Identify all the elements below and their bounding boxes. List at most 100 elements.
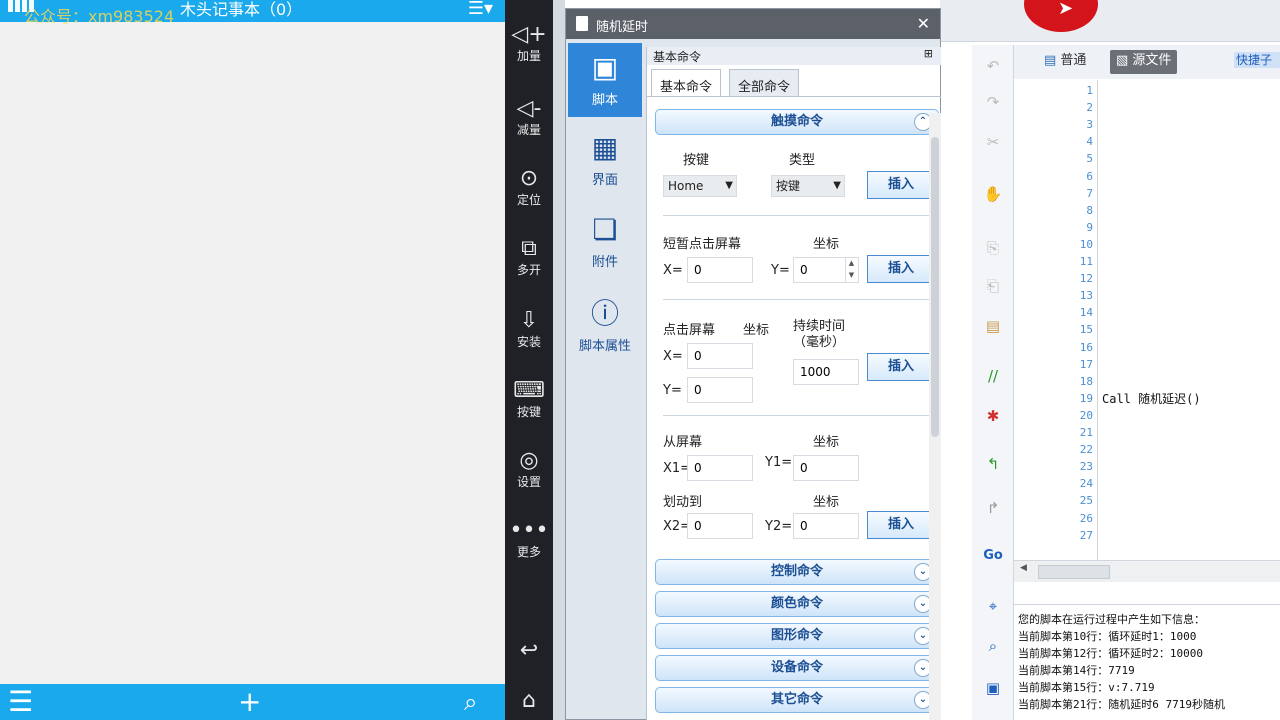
sidebar-item-location[interactable]: ⊙ 定位 <box>505 166 553 208</box>
hold-duration-field[interactable] <box>793 359 859 385</box>
hold-x-field[interactable] <box>687 343 753 369</box>
editor-title-area <box>940 0 1280 42</box>
line-number: 23 <box>1079 460 1093 474</box>
insert-tap-button[interactable]: 插入 <box>867 255 935 283</box>
search-icon[interactable]: ⌕ <box>464 686 477 718</box>
panel-title: 基本命令 <box>653 50 702 64</box>
hold-y-label: Y= <box>663 383 682 398</box>
pin-icon[interactable]: ⊞ <box>924 47 933 60</box>
section-control-commands[interactable]: 控制命令 ⌄ <box>655 559 939 585</box>
comment-icon[interactable]: // <box>981 365 1005 387</box>
panel-scrollbar[interactable] <box>929 113 941 720</box>
source-file-button[interactable]: ▧ 源文件 <box>1110 50 1178 74</box>
sidebar-item-volume-down[interactable]: ◁- 减量 <box>505 96 553 138</box>
key-type-select[interactable]: 按键 ▼ <box>771 175 845 197</box>
output-line: 当前脚本第15行：v:7.719 <box>1018 681 1155 694</box>
key-select[interactable]: Home ▼ <box>663 175 737 197</box>
output-panel: 您的脚本在运行过程中产生如下信息： 当前脚本第10行：循环延时1：1000 当前脚本… <box>1014 604 1280 720</box>
horizontal-scrollbar[interactable]: ◀ <box>1014 560 1280 582</box>
watermark: 公众号：xm983524 <box>24 7 175 26</box>
line-number: 11 <box>1079 255 1093 268</box>
sidebar-item-more[interactable]: ••• 更多 <box>505 518 553 560</box>
nav-item-attachment[interactable]: ❏ 附件 <box>566 205 644 279</box>
nav-item-script[interactable]: ▣ 脚本 <box>568 43 642 117</box>
hold-label: 点击屏幕 <box>663 323 716 338</box>
type-select-value: 按键 <box>776 179 801 193</box>
home-button[interactable]: ⌂ <box>505 688 553 714</box>
phone-screen: 公众号：xm983524 木头记事本（0） ☰▾ ☰ + ⌕ <box>0 0 505 720</box>
section-touch-commands[interactable]: 触摸命令 ⌃ <box>655 109 939 135</box>
editor-vertical-toolbar: ↶ ↷ ✂ ✋ ⎘ ⎗ ▤ // ✱ ↰ ↱ Go ⌖ ⌕ ▣ <box>972 45 1014 720</box>
paste-icon[interactable]: ⎗ <box>981 275 1005 297</box>
redo-icon[interactable]: ↷ <box>981 91 1005 113</box>
sidebar-item-multi-open[interactable]: ⧉ 多开 <box>505 236 553 278</box>
scrollbar-thumb[interactable] <box>931 137 939 437</box>
sidebar-item-install[interactable]: ⇩ 安装 <box>505 308 553 350</box>
section-color-commands[interactable]: 颜色命令 ⌄ <box>655 591 939 617</box>
code-text: Call 随机延迟() <box>1102 391 1201 406</box>
indent-icon[interactable]: ↰ <box>981 453 1005 475</box>
line-number: 24 <box>1079 477 1093 491</box>
hold-y-field[interactable] <box>687 377 753 403</box>
code-editor[interactable]: 1 2 3 4 5 6 7 8 9 10 11 12 13 14 15 16 17 18 19 20 21 22 23 24 2… <box>1014 80 1280 560</box>
goto-icon[interactable]: Go <box>981 545 1005 567</box>
y2-field[interactable] <box>793 513 859 539</box>
tab-divider <box>647 96 941 97</box>
back-icon: ↩ <box>519 638 539 663</box>
code-line[interactable]: Call 随机延迟() <box>1102 390 1201 407</box>
section-graphic-commands[interactable]: 图形命令 ⌄ <box>655 623 939 649</box>
screen-icon[interactable]: ▣ <box>981 677 1005 699</box>
nav-label: 附件 <box>591 255 618 270</box>
tap-label: 短暂点击屏幕 <box>663 237 742 252</box>
tap-y-spinner[interactable]: ▲ ▼ <box>845 257 857 283</box>
scroll-left-icon[interactable]: ◀ <box>1020 563 1027 573</box>
insert-hold-button[interactable]: 插入 <box>867 353 935 381</box>
nav-item-ui[interactable]: ▦ 界面 <box>566 123 644 197</box>
tap-x-field[interactable] <box>687 257 753 283</box>
menu-icon[interactable]: ☰ <box>8 686 33 718</box>
book-icon[interactable]: ▤ <box>981 315 1005 337</box>
shortcut-subroutine-link[interactable]: 快捷子程序 <box>1234 52 1280 68</box>
undo-icon[interactable]: ↶ <box>981 55 1005 77</box>
outdent-icon[interactable]: ↱ <box>981 497 1005 519</box>
sidebar-item-settings[interactable]: ◎ 设置 <box>505 448 553 490</box>
replace-icon[interactable]: ⌕ <box>981 635 1005 657</box>
divider <box>663 415 933 416</box>
sidebar-item-volume-up[interactable]: ◁+ 加量 <box>505 22 553 64</box>
close-icon[interactable]: ✕ <box>917 14 930 33</box>
section-device-commands[interactable]: 设备命令 ⌄ <box>655 655 939 681</box>
scrollbar-thumb[interactable] <box>1038 565 1110 579</box>
find-icon[interactable]: ⌖ <box>981 595 1005 617</box>
info-icon: ⓘ <box>590 297 619 330</box>
line-number: 26 <box>1079 511 1093 525</box>
swipe-to-coord-label: 坐标 <box>813 495 840 510</box>
multi-open-icon: ⧉ <box>521 236 537 261</box>
tab-basic-commands[interactable]: 基本命令 <box>651 69 722 97</box>
x2-field[interactable] <box>687 513 753 539</box>
x1-field[interactable] <box>687 455 753 481</box>
nav-item-script-properties[interactable]: ⓘ 脚本属性 <box>566 289 644 363</box>
cut-icon[interactable]: ✂ <box>981 131 1005 153</box>
tab-all-commands[interactable]: 全部命令 <box>729 69 800 97</box>
sidebar-item-keyboard[interactable]: ⌨ 按键 <box>505 378 553 420</box>
swipe-from-coord-label: 坐标 <box>813 435 840 450</box>
line-number-gutter: 1 2 3 4 5 6 7 8 9 10 11 12 13 14 15 16 17 18 19 20 21 22 23 24 2… <box>1036 80 1098 560</box>
insert-key-button[interactable]: 插入 <box>867 171 935 199</box>
phone-bottom-bar: ☰ + ⌕ <box>0 684 505 720</box>
sidebar-item-label: 减量 <box>516 123 541 137</box>
nav-label: 脚本 <box>591 93 618 108</box>
panel-header: 基本命令 ⊞ <box>647 47 941 65</box>
back-button[interactable]: ↩ <box>505 638 553 664</box>
sort-menu-icon[interactable]: ☰▾ <box>468 0 493 19</box>
copy-icon[interactable]: ⎘ <box>981 237 1005 259</box>
hand-icon[interactable]: ✋ <box>981 183 1005 205</box>
output-line: 当前脚本第10行：循环延时1：1000 <box>1018 630 1197 643</box>
section-other-commands[interactable]: 其它命令 ⌄ <box>655 687 939 713</box>
y1-field[interactable] <box>793 455 859 481</box>
normal-view-button[interactable]: ▤ 普通 <box>1038 50 1092 74</box>
insert-swipe-button[interactable]: 插入 <box>867 511 935 539</box>
command-panel: 基本命令 ⊞ 基本命令 全部命令 触摸命令 ⌃ 按键 类型 Home ▼ 按键 … <box>646 47 941 720</box>
section-label: 设备命令 <box>770 660 823 675</box>
uncomment-icon[interactable]: ✱ <box>981 405 1005 427</box>
plus-icon[interactable]: + <box>238 686 261 718</box>
